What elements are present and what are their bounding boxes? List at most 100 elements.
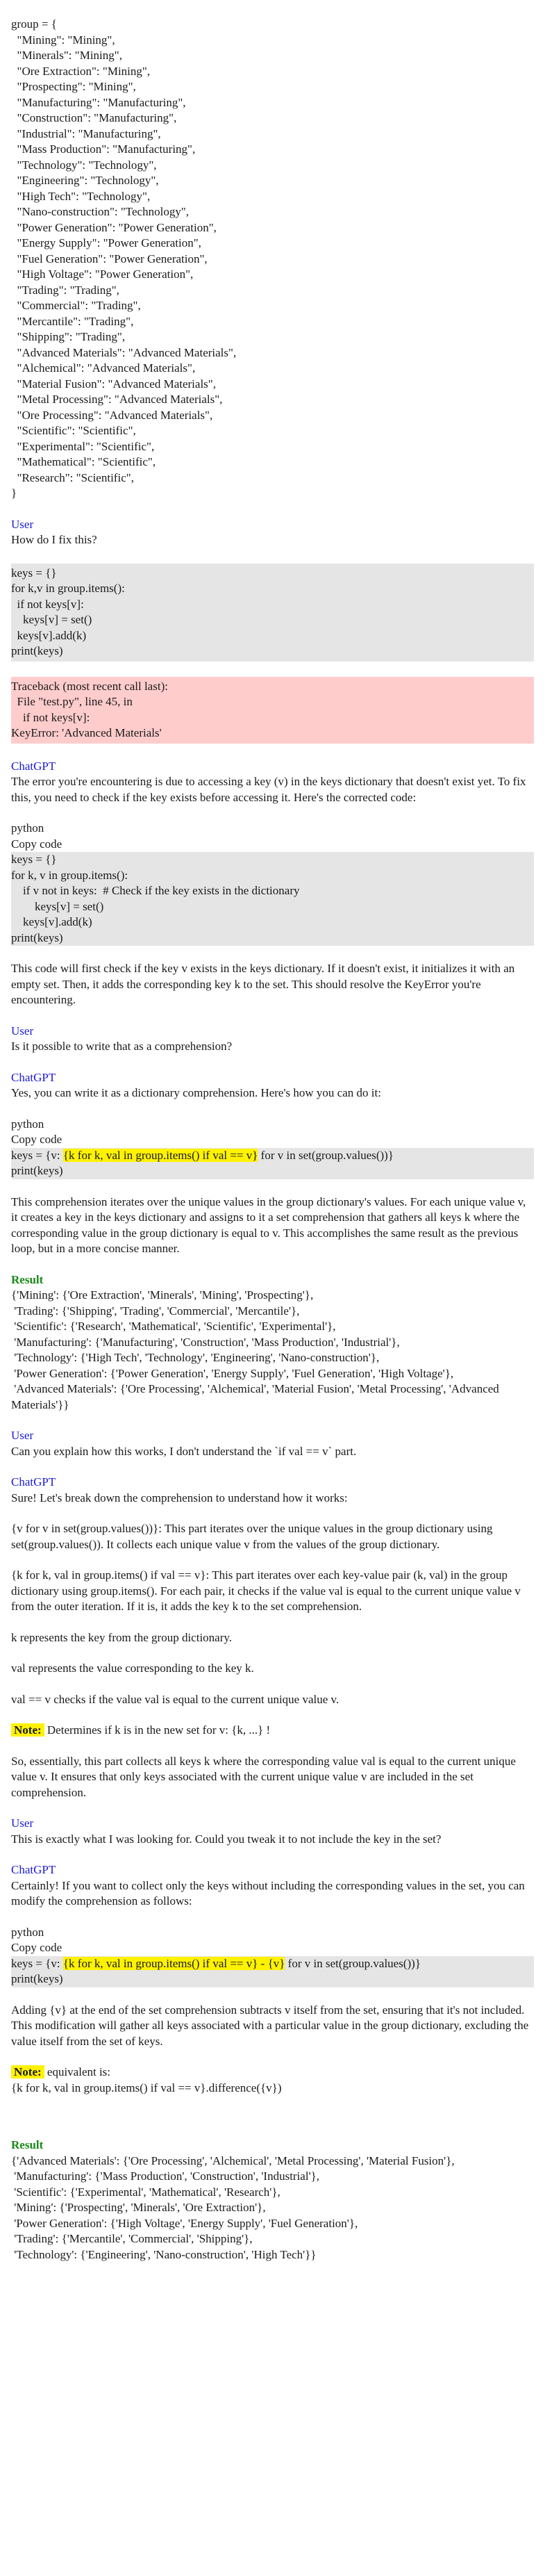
answer-intro: The error you're encountering is due to … <box>11 775 529 804</box>
code-line: "Metal Processing": "Advanced Materials"… <box>11 393 223 406</box>
code-language-label: python <box>11 821 44 835</box>
explanation-paragraph: val represents the value corresponding t… <box>11 1662 254 1675</box>
code-line: "Manufacturing": "Manufacturing", <box>11 95 186 109</box>
code-line: print(keys) <box>11 1972 63 1985</box>
note-badge: Note: <box>11 2065 44 2078</box>
note-text: Determines if k is in the new set for v:… <box>44 1723 271 1737</box>
explanation-paragraph: val == v checks if the value val is equa… <box>11 1692 339 1706</box>
copy-code-button[interactable]: Copy code <box>11 837 534 853</box>
code-line: "Experimental": "Scientific", <box>11 439 155 453</box>
code-line: "Prospecting": "Mining", <box>11 80 136 93</box>
code-language-label: python <box>11 1117 44 1131</box>
code-line: "Power Generation": "Power Generation", <box>11 220 217 234</box>
code-line: "Mining": "Mining", <box>11 33 115 47</box>
code-highlight: {k for k, val in group.items() if val ==… <box>62 1956 285 1970</box>
answer-intro: Certainly! If you want to collect only t… <box>11 1878 528 1908</box>
result-label: Result <box>11 1272 44 1286</box>
code-line: "Mathematical": "Scientific", <box>11 455 156 468</box>
code-line: "Construction": "Manufacturing", <box>11 111 177 124</box>
user-question: This is exactly what I was looking for. … <box>11 1832 442 1846</box>
code-line: "High Tech": "Technology", <box>11 189 151 203</box>
code-language-label: python <box>11 1925 44 1939</box>
code-line: "Shipping": "Trading", <box>11 330 126 343</box>
user-question: Is it possible to write that as a compre… <box>11 1040 233 1053</box>
answer-outro: Adding {v} at the end of the set compreh… <box>11 2003 532 2048</box>
code-line: print(keys) <box>11 930 63 944</box>
code-highlight: {k for k, val in group.items() if val ==… <box>62 1148 258 1162</box>
code-line: "Energy Supply": "Power Generation", <box>11 236 201 249</box>
explanation-paragraph: So, essentially, this part collects all … <box>11 1754 519 1799</box>
code-line: "Minerals": "Mining", <box>11 49 122 62</box>
code-line: "Nano-construction": "Technology", <box>11 205 190 218</box>
result-label: Result <box>11 2138 44 2151</box>
code-line: "Ore Extraction": "Mining", <box>11 64 151 78</box>
tweaked-code-block: keys = {v: {k for k, val in group.items(… <box>11 1955 534 1987</box>
code-text: keys = {v: <box>11 1148 63 1162</box>
code-line: "High Voltage": "Power Generation", <box>11 268 194 281</box>
code-line: for k, v in group.items(): <box>11 868 128 882</box>
conversation: group = { "Mining": "Mining", "Minerals"… <box>0 0 545 2263</box>
user-label: User <box>11 1429 34 1442</box>
code-text: for v in set(group.values())} <box>285 1956 421 1970</box>
code-line: keys[v] = set() <box>11 613 92 626</box>
explanation-paragraph: {v for v in set(group.values())}: This p… <box>11 1522 496 1551</box>
code-line: print(keys) <box>11 644 63 657</box>
note-badge: Note: <box>11 1723 44 1737</box>
code-line: group = { <box>11 17 57 31</box>
answer-outro: This code will first check if the key v … <box>11 962 518 1006</box>
user-question: Can you explain how this works, I don't … <box>11 1444 357 1458</box>
explanation-paragraph: k represents the key from the group dict… <box>11 1630 233 1644</box>
user-question: How do I fix this? <box>11 533 97 546</box>
traceback-line: File "test.py", line 45, in <box>11 695 133 708</box>
code-line: if not keys[v]: <box>11 597 84 611</box>
traceback-line: Traceback (most recent call last): <box>11 679 168 693</box>
code-line: "Material Fusion": "Advanced Materials", <box>11 377 216 391</box>
answer-intro: Yes, you can write it as a dictionary co… <box>11 1086 381 1099</box>
code-line: keys[v].add(k) <box>11 915 92 928</box>
assistant-label: ChatGPT <box>11 759 56 773</box>
code-line: keys[v].add(k) <box>11 628 87 642</box>
code-line: "Scientific": "Scientific", <box>11 424 136 437</box>
assistant-label: ChatGPT <box>11 1863 56 1876</box>
code-line: keys[v] = set() <box>11 899 104 913</box>
code-line: "Mass Production": "Manufacturing", <box>11 142 196 156</box>
assistant-label: ChatGPT <box>11 1070 56 1084</box>
error-traceback-block: Traceback (most recent call last): File … <box>11 676 534 744</box>
copy-code-button[interactable]: Copy code <box>11 1132 534 1148</box>
code-line: "Fuel Generation": "Power Generation", <box>11 252 208 265</box>
code-line: print(keys) <box>11 1164 63 1177</box>
code-line: "Engineering": "Technology", <box>11 174 159 187</box>
result-output: {'Advanced Materials': {'Ore Processing'… <box>11 2153 455 2261</box>
code-line: } <box>11 486 17 500</box>
code-text: keys = {v: <box>11 1956 63 1970</box>
user-label: User <box>11 517 34 531</box>
result-output: {'Mining': {'Ore Extraction', 'Minerals'… <box>11 1288 499 1411</box>
note-line: Note: equivalent is: <box>11 2065 534 2081</box>
code-line: "Technology": "Technology", <box>11 158 157 172</box>
code-line: for k,v in group.items(): <box>11 582 125 595</box>
group-dict-code: group = { "Mining": "Mining", "Minerals"… <box>11 17 534 502</box>
code-line: "Ore Processing": "Advanced Materials", <box>11 408 213 422</box>
code-line: keys = {} <box>11 853 57 866</box>
assistant-label: ChatGPT <box>11 1475 56 1488</box>
code-line: "Advanced Materials": "Advanced Material… <box>11 345 237 359</box>
code-line: "Alchemical": "Advanced Materials", <box>11 361 196 375</box>
user-code-block: keys = {} for k,v in group.items(): if no… <box>11 563 534 662</box>
traceback-line: KeyError: 'Advanced Materials' <box>11 726 162 739</box>
user-label: User <box>11 1816 34 1830</box>
code-text: for v in set(group.values())} <box>258 1148 394 1162</box>
code-line: if v not in keys: # Check if the key exi… <box>11 884 300 897</box>
answer-intro: Sure! Let's break down the comprehension… <box>11 1491 348 1504</box>
code-line: "Mercantile": "Trading", <box>11 314 134 328</box>
code-line: "Industrial": "Manufacturing", <box>11 126 161 140</box>
note-line: Note: Determines if k is in the new set … <box>11 1723 534 1739</box>
fixed-code-block: keys = {} for k, v in group.items(): if v… <box>11 852 534 946</box>
equivalent-code: {k for k, val in group.items() if val ==… <box>11 2081 282 2094</box>
copy-code-button[interactable]: Copy code <box>11 1940 534 1956</box>
answer-outro: This comprehension iterates over the uni… <box>11 1195 529 1256</box>
note-text: equivalent is: <box>44 2065 111 2078</box>
traceback-line: if not keys[v]: <box>11 710 90 724</box>
explanation-paragraph: {k for k, val in group.items() if val ==… <box>11 1568 524 1613</box>
comprehension-code-block: keys = {v: {k for k, val in group.items(… <box>11 1147 534 1179</box>
code-line: "Research": "Scientific", <box>11 470 134 484</box>
